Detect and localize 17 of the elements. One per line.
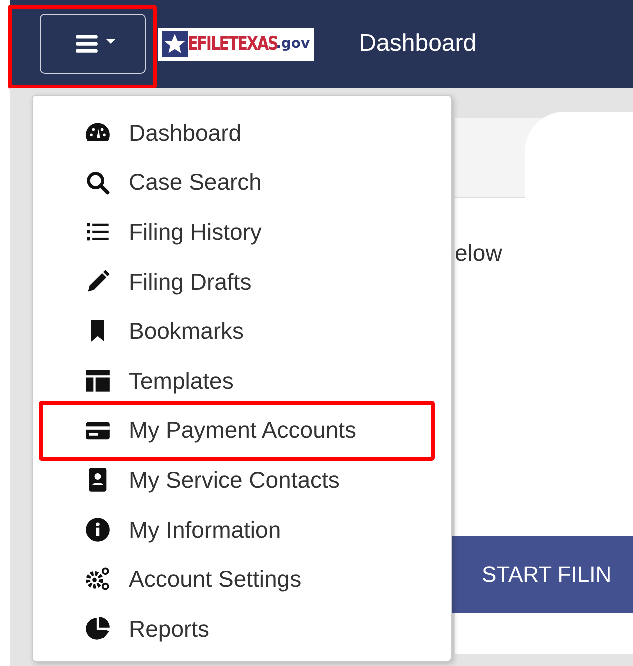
menu-item[interactable]: Dashboard: [33, 115, 451, 151]
menu-item[interactable]: Case Search: [33, 164, 451, 201]
menu-item[interactable]: My Service Contacts: [33, 462, 451, 498]
caret-icon: [106, 38, 116, 44]
menu-item[interactable]: Bookmarks: [33, 313, 451, 350]
menu-item[interactable]: My Information: [33, 512, 451, 548]
menu-button[interactable]: [40, 14, 146, 74]
menu-item[interactable]: Account Settings: [33, 561, 451, 598]
body-text: elow: [455, 239, 502, 268]
page-title: Dashboard: [359, 29, 477, 59]
menu-item[interactable]: Reports: [33, 610, 451, 647]
menu-item[interactable]: Templates: [33, 362, 451, 399]
start-filing-button[interactable]: START FILIN: [452, 536, 633, 613]
menu-item[interactable]: Filing Drafts: [33, 264, 451, 300]
logo: EFILETEXAS.gov: [158, 28, 314, 60]
menu-item[interactable]: My Payment Accounts: [33, 412, 451, 449]
menu-item[interactable]: Filing History: [33, 214, 451, 250]
